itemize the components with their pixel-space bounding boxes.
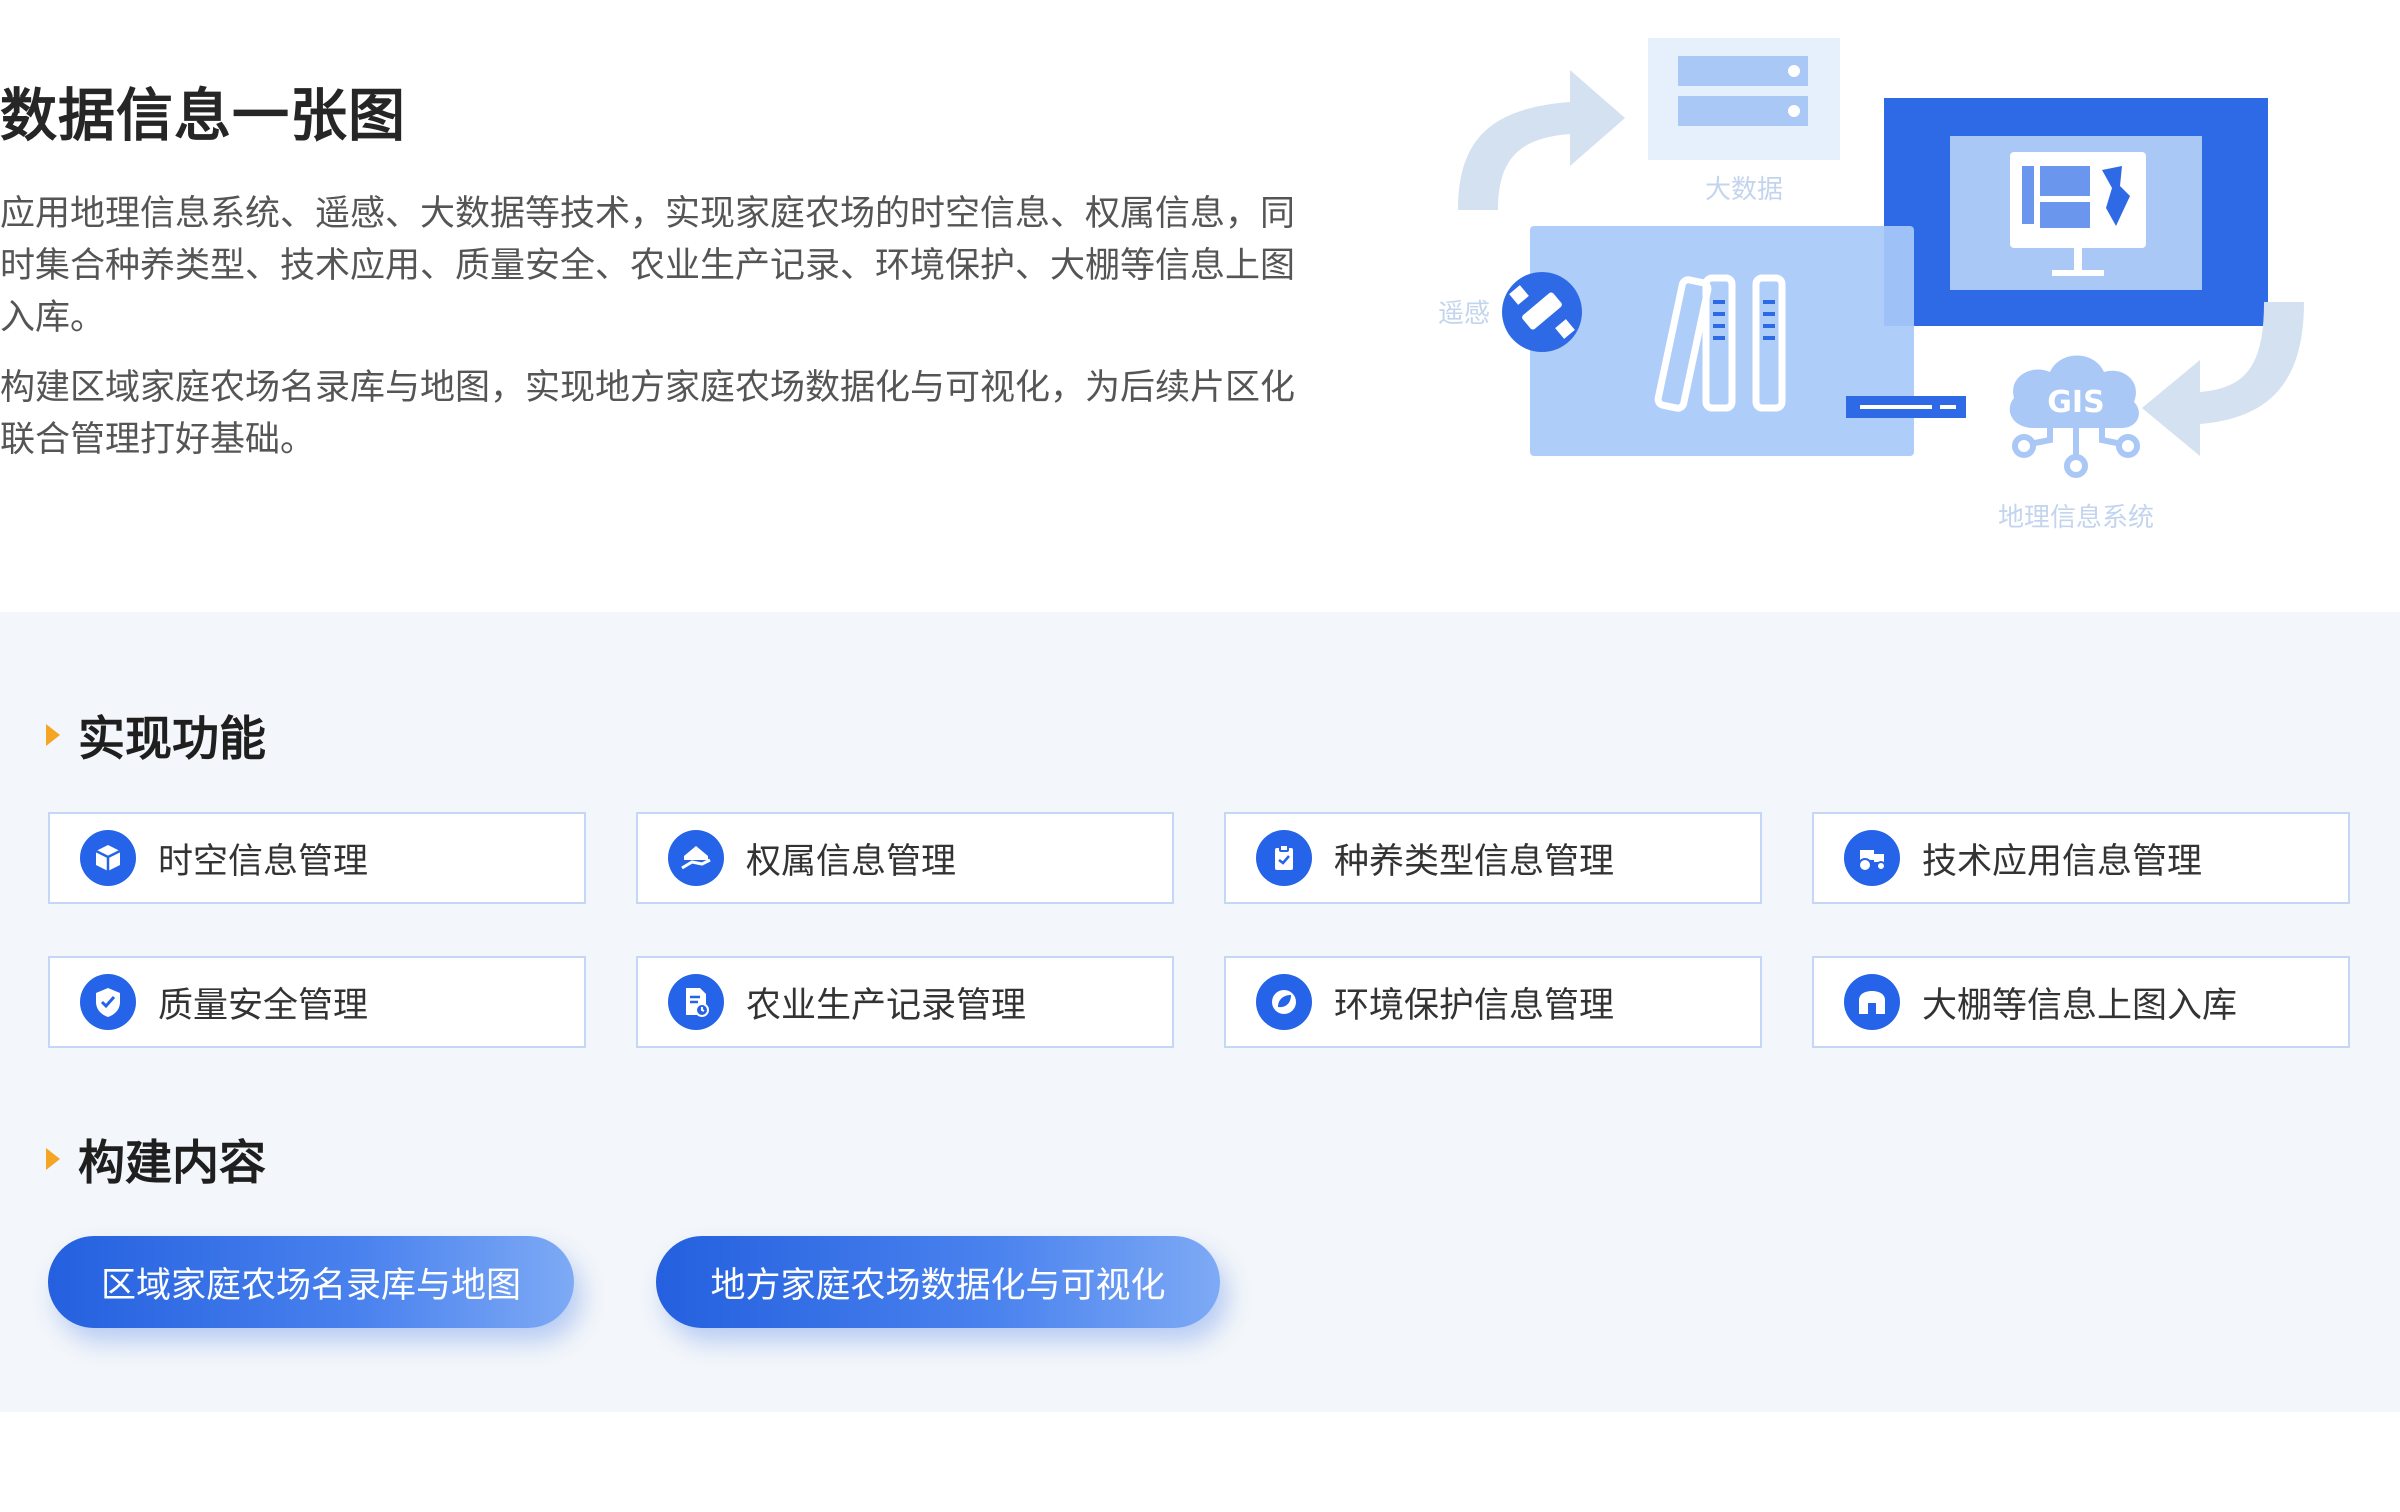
build-heading: 构建内容 (46, 1124, 266, 1193)
directory-map-button[interactable]: 区域家庭农场名录库与地图 (48, 1236, 574, 1328)
functions-heading-text: 实现功能 (78, 712, 266, 767)
leaf-icon (1256, 974, 1312, 1030)
function-card-label: 环境保护信息管理 (1334, 985, 1615, 1026)
function-card-label: 权属信息管理 (746, 841, 957, 882)
archive-panel (1530, 226, 1966, 456)
digitization-visualization-button[interactable]: 地方家庭农场数据化与可视化 (656, 1236, 1220, 1328)
server-icon (1648, 38, 1840, 160)
intro-paragraph-2: 构建区域家庭农场名录库与地图，实现地方家庭农场数据化与可视化，为后续片区化联合管… (0, 368, 1296, 460)
function-card[interactable]: 时空信息管理 (48, 812, 586, 904)
page-title: 数据信息一张图 (0, 83, 406, 149)
function-card[interactable]: 权属信息管理 (636, 812, 1174, 904)
triangle-bullet-icon (46, 1147, 60, 1170)
build-heading-text: 构建内容 (78, 1136, 266, 1191)
remote-sensing-label: 遥感 (1438, 299, 1490, 329)
intro-paragraph: 应用地理信息系统、遥感、大数据等技术，实现家庭农场的时空信息、权属信息，同时集合… (0, 194, 1296, 338)
function-card[interactable]: 质量安全管理 (48, 956, 586, 1048)
feature-section: 实现功能 时空信息管理 权属信息管理 种养类型信息管理 技术应用信息管理 质量安… (0, 612, 2400, 1412)
function-card-label: 质量安全管理 (158, 985, 369, 1026)
satellite-icon (1502, 272, 1582, 352)
function-card-label: 种养类型信息管理 (1334, 841, 1615, 882)
house-hand-icon (668, 830, 724, 886)
function-card[interactable]: 环境保护信息管理 (1224, 956, 1762, 1048)
monitor-panel (1884, 98, 2268, 326)
function-card[interactable]: 技术应用信息管理 (1812, 812, 2350, 904)
greenhouse-icon (1844, 974, 1900, 1030)
function-card-label: 农业生产记录管理 (746, 985, 1027, 1026)
gis-label: 地理信息系统 (1998, 503, 2154, 533)
triangle-bullet-icon (46, 723, 60, 746)
clipboard-icon (1256, 830, 1312, 886)
shield-check-icon (80, 974, 136, 1030)
tractor-icon (1844, 830, 1900, 886)
function-card-label: 时空信息管理 (158, 841, 369, 882)
function-card[interactable]: 农业生产记录管理 (636, 956, 1174, 1048)
functions-heading: 实现功能 (46, 700, 266, 769)
curve-arrow-left (1458, 70, 1625, 210)
function-card-label: 技术应用信息管理 (1922, 841, 2203, 882)
function-card-label: 大棚等信息上图入库 (1922, 985, 2238, 1026)
data-map-illustration: 大数据 遥感 GIS 地理信息系统 (1438, 38, 2304, 533)
document-clock-icon (668, 974, 724, 1030)
big-data-label: 大数据 (1705, 175, 1783, 205)
cube-icon (80, 830, 136, 886)
gis-badge: GIS (2047, 385, 2104, 420)
function-card[interactable]: 种养类型信息管理 (1224, 812, 1762, 904)
function-card[interactable]: 大棚等信息上图入库 (1812, 956, 2350, 1048)
